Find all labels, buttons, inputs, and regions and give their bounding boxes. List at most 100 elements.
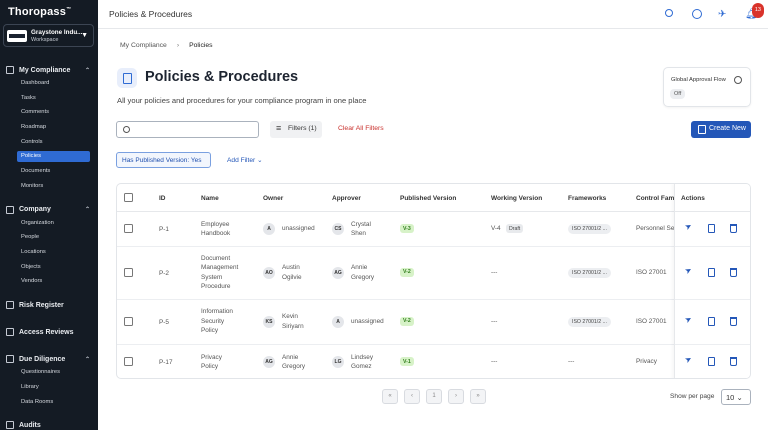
sidebar-section-risk-register[interactable]: Risk Register [6, 299, 92, 311]
working-version: --- [491, 317, 498, 325]
breadcrumb-parent[interactable]: My Compliance [120, 42, 167, 49]
owner-avatar: AO [263, 266, 275, 279]
bell-icon[interactable]: 🔔︎ 13 [745, 3, 764, 21]
filter-chip[interactable]: Has Published Version: Yes [116, 152, 211, 168]
policy-id: P-17 [159, 359, 173, 366]
owner-name: Austin Ogilvie [282, 264, 302, 281]
search-input[interactable] [135, 124, 253, 135]
policy-id: P-2 [159, 269, 169, 277]
approval-flow-label: Global Approval Flow [671, 77, 726, 83]
page-title: Policies & Procedures [145, 69, 299, 85]
column-header-approver[interactable]: Approver [332, 195, 361, 202]
sidebar-section-due-diligence[interactable]: Due Diligence ⌃ [6, 353, 92, 365]
edit-document-icon[interactable] [708, 357, 715, 366]
trash-icon[interactable] [730, 357, 737, 366]
approver-avatar: A [332, 315, 344, 328]
column-header-owner[interactable]: Owner [263, 195, 283, 202]
notification-badge: 13 [751, 3, 764, 18]
sidebar: Thoropass™ Graystone Indu... Workspace ▼… [0, 0, 98, 430]
approver-avatar: LG [332, 356, 344, 368]
section-icon [6, 205, 14, 214]
column-header-control-fami[interactable]: Control Fami [636, 195, 676, 202]
column-header-frameworks[interactable]: Frameworks [568, 195, 606, 202]
add-filter-button[interactable]: Add Filter ⌄ [227, 156, 263, 164]
column-header-id[interactable]: ID [159, 195, 166, 202]
sidebar-section-my-compliance[interactable]: My Compliance ⌃ [6, 64, 92, 76]
approval-flow-card: Global Approval Flow Off [663, 67, 751, 107]
logo[interactable]: Thoropass™ [8, 6, 71, 18]
create-new-button[interactable]: Create New [691, 121, 751, 138]
send-icon[interactable] [685, 357, 694, 366]
sidebar-section-label: Risk Register [19, 301, 64, 309]
sidebar-item-people[interactable]: People [21, 234, 39, 240]
row-checkbox[interactable] [124, 224, 133, 233]
trash-icon[interactable] [730, 267, 737, 277]
sidebar-section-audits[interactable]: Audits [6, 419, 92, 430]
first-page-button[interactable]: « [382, 389, 398, 404]
telescope-icon[interactable]: ✈ [718, 8, 731, 21]
edit-document-icon[interactable] [708, 267, 715, 277]
next-page-button[interactable]: › [448, 389, 464, 404]
sidebar-item-tasks[interactable]: Tasks [21, 95, 36, 101]
edit-document-icon[interactable] [708, 224, 715, 233]
column-header-name[interactable]: Name [201, 195, 219, 202]
trash-icon[interactable] [730, 316, 737, 326]
send-icon[interactable] [685, 317, 694, 326]
sidebar-item-documents[interactable]: Documents [21, 168, 50, 174]
control-family: Privacy [636, 358, 657, 365]
filters-button[interactable]: Filters (1) [270, 121, 322, 138]
per-page-select[interactable]: 10 ⌄ [721, 389, 751, 405]
topbar: Policies & Procedures ✈ 🔔︎ 13 [98, 0, 768, 29]
edit-document-icon[interactable] [708, 316, 715, 326]
gear-icon[interactable] [734, 76, 742, 84]
topbar-title: Policies & Procedures [109, 9, 193, 19]
prev-page-button[interactable]: ‹ [404, 389, 420, 404]
sidebar-section-access-reviews[interactable]: Access Reviews [6, 326, 92, 338]
trash-icon[interactable] [730, 224, 737, 233]
search-icon[interactable] [664, 8, 677, 21]
sidebar-item-vendors[interactable]: Vendors [21, 278, 42, 284]
approver-avatar: CS [332, 223, 344, 235]
page-1-button[interactable]: 1 [426, 389, 442, 404]
sidebar-item-library[interactable]: Library [21, 384, 39, 390]
sidebar-item-policies[interactable]: Policies [17, 150, 90, 162]
working-version: --- [491, 358, 498, 365]
column-header-working-version[interactable]: Working Version [491, 195, 542, 202]
workspace-logo [7, 30, 27, 42]
row-checkbox[interactable] [124, 357, 133, 366]
send-icon[interactable] [685, 224, 694, 233]
sidebar-item-monitors[interactable]: Monitors [21, 183, 43, 189]
sidebar-item-organization[interactable]: Organization [21, 220, 54, 226]
working-version: V-4 [491, 225, 501, 232]
workspace-label: Workspace [31, 37, 59, 43]
sidebar-item-data-rooms[interactable]: Data Rooms [21, 399, 53, 405]
published-version-badge: V-3 [400, 224, 414, 233]
section-icon [6, 66, 14, 74]
policy-icon [117, 68, 137, 88]
section-icon [6, 355, 14, 364]
sidebar-section-label: Company [19, 206, 51, 214]
column-header-published-version[interactable]: Published Version [400, 195, 456, 202]
working-version: --- [491, 268, 498, 276]
help-icon[interactable] [691, 8, 704, 21]
send-icon[interactable] [685, 268, 694, 277]
select-all-checkbox[interactable] [124, 193, 133, 202]
sidebar-section-label: Audits [19, 421, 41, 429]
approver-name: Lindsey Gomez [351, 353, 374, 371]
clear-filters-link[interactable]: Clear All Filters [338, 125, 384, 132]
workspace-switcher[interactable]: Graystone Indu... Workspace ▼ [3, 24, 94, 47]
last-page-button[interactable]: » [470, 389, 486, 404]
sidebar-item-roadmap[interactable]: Roadmap [21, 124, 46, 130]
section-icon [6, 421, 14, 430]
sidebar-item-dashboard[interactable]: Dashboard [21, 80, 49, 86]
sidebar-section-company[interactable]: Company ⌃ [6, 204, 92, 216]
sidebar-item-locations[interactable]: Locations [21, 249, 46, 255]
policy-name: Document Management System Procedure [201, 254, 239, 291]
sidebar-item-controls[interactable]: Controls [21, 139, 43, 145]
sidebar-item-questionnaires[interactable]: Questionnaires [21, 369, 60, 375]
sidebar-item-objects[interactable]: Objects [21, 264, 41, 270]
row-checkbox[interactable] [124, 316, 133, 326]
approver-name: Annie Gregory [351, 264, 375, 281]
sidebar-item-comments[interactable]: Comments [21, 109, 49, 115]
row-checkbox[interactable] [124, 267, 133, 277]
